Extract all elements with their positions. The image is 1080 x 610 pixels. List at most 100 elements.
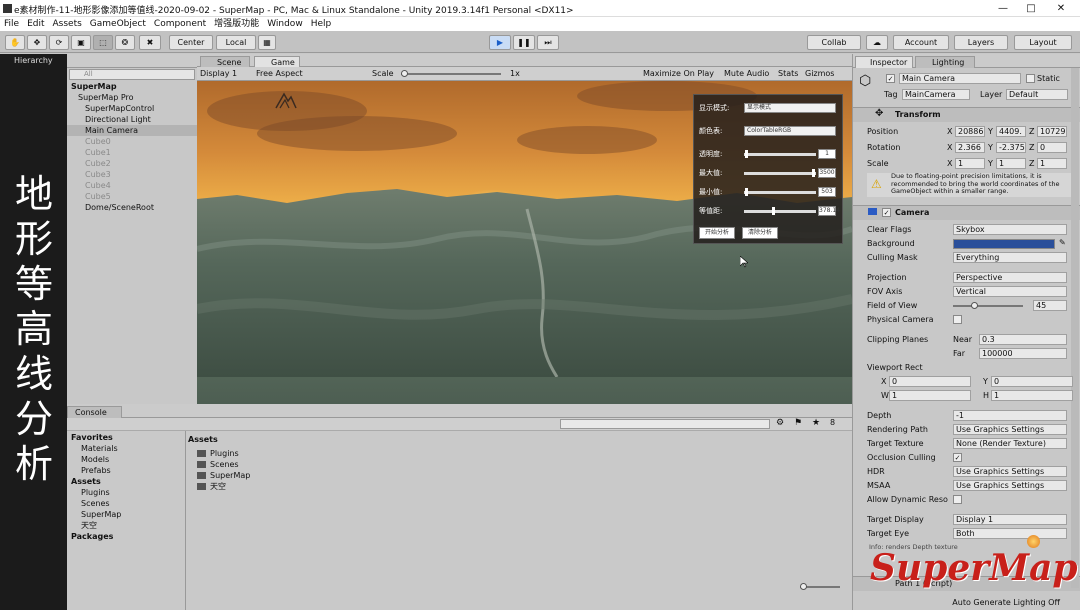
hierarchy-item[interactable]: Cube1 <box>67 147 197 158</box>
aspect-dropdown[interactable]: Free Aspect <box>256 68 366 80</box>
asset-folder-row[interactable]: SuperMap <box>197 470 250 481</box>
hierarchy-search-input[interactable]: All <box>69 69 195 80</box>
pivot-center-button[interactable]: Center <box>169 35 213 50</box>
rotation-z-input[interactable]: 0 <box>1037 142 1067 153</box>
hidden-packages-count[interactable]: 8 <box>830 418 835 427</box>
collab-button[interactable]: Collab <box>807 35 861 50</box>
inspector-scrollbar[interactable] <box>1071 68 1079 588</box>
camera-field-value[interactable]: Both <box>953 528 1067 539</box>
hierarchy-item[interactable]: Cube3 <box>67 169 197 180</box>
transform-header[interactable]: Transform <box>853 107 1080 122</box>
hierarchy-item[interactable]: Cube4 <box>67 180 197 191</box>
project-tree-item[interactable]: Prefabs <box>67 465 185 476</box>
camera-field-value[interactable]: Use Graphics Settings <box>953 466 1067 477</box>
cloud-icon[interactable]: ☁ <box>866 35 888 50</box>
layout-dropdown[interactable]: Layout <box>1014 35 1072 50</box>
camera-field-value[interactable]: Use Graphics Settings <box>953 424 1067 435</box>
far-input[interactable]: 100000 <box>979 348 1067 359</box>
menu-window[interactable]: Window <box>263 17 307 31</box>
mute-audio-button[interactable]: Mute Audio <box>724 68 769 80</box>
start-analysis-button[interactable]: 开始分析 <box>699 227 735 239</box>
menu-component[interactable]: Component <box>150 17 210 31</box>
stats-button[interactable]: Stats <box>778 68 798 80</box>
eyedropper-icon[interactable]: ✎ <box>1059 238 1066 247</box>
gizmos-button[interactable]: Gizmos <box>805 68 834 80</box>
menu-gameobject[interactable]: GameObject <box>86 17 150 31</box>
camera-field-value[interactable]: Vertical <box>953 286 1067 297</box>
fov-slider[interactable] <box>953 302 1023 309</box>
near-input[interactable]: 0.3 <box>979 334 1067 345</box>
menu-help[interactable]: Help <box>307 17 336 31</box>
layers-dropdown[interactable]: Layers <box>954 35 1008 50</box>
project-tree-item[interactable]: Plugins <box>67 487 185 498</box>
vw-input[interactable]: 1 <box>889 390 971 401</box>
rotation-y-input[interactable]: -2.375 <box>996 142 1026 153</box>
project-tree-item[interactable]: 天空 <box>67 520 185 531</box>
tab-console[interactable]: Console <box>67 406 122 418</box>
rotation-x-input[interactable]: 2.366 <box>955 142 985 153</box>
custom-tool-icon[interactable]: ✖ <box>139 35 161 50</box>
position-y-input[interactable]: 4409. <box>996 126 1026 137</box>
position-z-input[interactable]: 10729 <box>1037 126 1067 137</box>
camera-field-value[interactable]: -1 <box>953 410 1067 421</box>
hierarchy-item[interactable]: Directional Light <box>67 114 197 125</box>
filter-by-type-icon[interactable]: ⚙ <box>776 418 784 428</box>
close-icon[interactable]: ✕ <box>1050 2 1072 15</box>
project-tree-item[interactable]: Models <box>67 454 185 465</box>
icon-size-slider[interactable] <box>800 583 840 590</box>
project-tree-item[interactable]: Favorites <box>67 432 185 443</box>
slider-value-input[interactable]: 503 <box>818 187 836 197</box>
scale-slider[interactable] <box>401 70 501 77</box>
step-icon[interactable]: ⏭ <box>537 35 559 50</box>
project-tree-item[interactable]: SuperMap <box>67 509 185 520</box>
vx-input[interactable]: 0 <box>889 376 971 387</box>
minimize-icon[interactable]: — <box>992 2 1014 15</box>
analysis-slider-knob[interactable] <box>745 150 748 158</box>
analysis-slider[interactable] <box>744 188 816 196</box>
active-checkbox[interactable]: ✓ <box>886 74 895 83</box>
display-dropdown[interactable]: Display 1 <box>200 68 252 80</box>
fov-slider-knob[interactable] <box>971 302 978 309</box>
menu-edit[interactable]: Edit <box>23 17 48 31</box>
camera-enabled-checkbox[interactable]: ✓ <box>882 208 891 217</box>
layer-dropdown[interactable]: Default <box>1006 89 1068 100</box>
object-name-input[interactable]: Main Camera <box>899 73 1021 84</box>
project-search-input[interactable] <box>560 419 770 429</box>
hierarchy-item[interactable]: SuperMap <box>67 81 197 92</box>
hierarchy-item[interactable]: Cube2 <box>67 158 197 169</box>
filter-by-label-icon[interactable]: ⚑ <box>794 418 802 428</box>
hand-tool-icon[interactable]: ✋ <box>5 35 25 50</box>
project-tree-item[interactable]: Scenes <box>67 498 185 509</box>
camera-field-value[interactable]: Display 1 <box>953 514 1067 525</box>
scale-tool-icon[interactable]: ▣ <box>71 35 91 50</box>
display-mode-dropdown[interactable]: 显示模式 <box>744 103 836 113</box>
hierarchy-item[interactable]: Dome/SceneRoot <box>67 202 197 213</box>
hierarchy-tab[interactable]: Hierarchy <box>0 54 67 68</box>
grid-snap-icon[interactable]: ▦ <box>258 35 276 50</box>
asset-folder-row[interactable]: 天空 <box>197 481 226 492</box>
fov-input[interactable]: 45 <box>1033 300 1067 311</box>
menu-enhanced[interactable]: 增强版功能 <box>210 17 263 31</box>
analysis-slider-knob[interactable] <box>745 188 748 196</box>
vh-input[interactable]: 1 <box>991 390 1073 401</box>
hierarchy-item[interactable]: SuperMap Pro <box>67 92 197 103</box>
scale-z-input[interactable]: 1 <box>1037 158 1067 169</box>
maximize-on-play-button[interactable]: Maximize On Play <box>643 68 714 80</box>
camera-checkbox[interactable] <box>953 495 962 504</box>
rect-tool-icon[interactable]: ⬚ <box>93 35 113 50</box>
tab-lighting[interactable]: Lighting <box>915 56 975 68</box>
scale-x-input[interactable]: 1 <box>955 158 985 169</box>
project-tree-item[interactable]: Materials <box>67 443 185 454</box>
rotate-tool-icon[interactable]: ⟳ <box>49 35 69 50</box>
color-table-dropdown[interactable]: ColorTableRGB <box>744 126 836 136</box>
hierarchy-item[interactable]: SuperMapControl <box>67 103 197 114</box>
vy-input[interactable]: 0 <box>991 376 1073 387</box>
slider-value-input[interactable]: 3500 <box>818 168 836 178</box>
tab-inspector[interactable]: Inspector <box>855 56 913 68</box>
transform-tool-icon[interactable]: ❂ <box>115 35 135 50</box>
hierarchy-item[interactable]: Cube5 <box>67 191 197 202</box>
project-divider[interactable] <box>185 431 186 610</box>
account-dropdown[interactable]: Account <box>893 35 949 50</box>
menu-assets[interactable]: Assets <box>49 17 86 31</box>
scale-y-input[interactable]: 1 <box>996 158 1026 169</box>
